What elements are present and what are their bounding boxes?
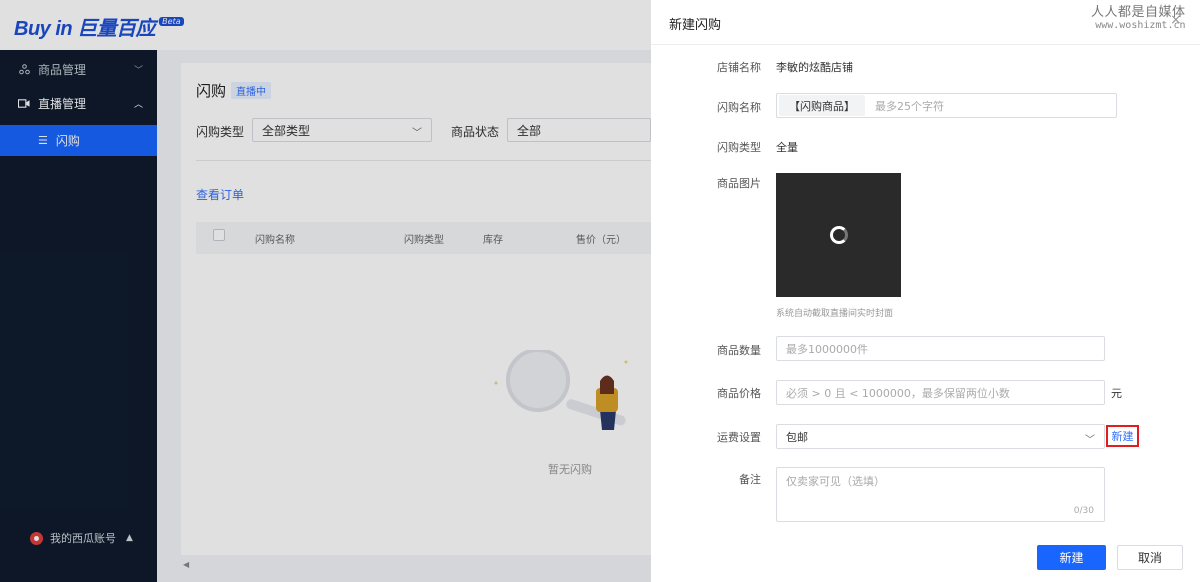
modal-overlay[interactable] [0,0,651,582]
create-button[interactable]: 新建 [1037,545,1106,570]
shipping-value: 包邮 [786,430,808,444]
quantity-input[interactable]: 最多1000000件 [776,336,1105,361]
create-flash-sale-drawer: 新建闪购 × 人人都是自媒体 www.woshizmt.cn 店铺名称 李敏的炫… [651,0,1200,582]
shipping-select[interactable]: 包邮 ﹀ [776,424,1105,449]
flash-name-input[interactable]: 【闪购商品】 最多25个字符 [776,93,1117,118]
price-placeholder: 必须 > 0 且 < 1000000，最多保留两位小数 [786,386,1010,400]
chevron-down-icon: ﹀ [1085,435,1095,446]
price-unit: 元 [1111,387,1122,400]
new-shipping-template-link[interactable]: 新建 [1106,425,1139,447]
flash-type-value: 全量 [776,141,798,154]
loading-spinner-icon [829,226,848,244]
product-image-label: 商品图片 [717,177,761,190]
price-input[interactable]: 必须 > 0 且 < 1000000，最多保留两位小数 [776,380,1105,405]
flash-name-placeholder: 最多25个字符 [875,99,944,113]
drawer-title: 新建闪购 [669,18,722,33]
product-image-preview [776,173,901,297]
flash-type-label: 闪购类型 [717,141,761,154]
quantity-placeholder: 最多1000000件 [786,342,868,356]
flash-name-label: 闪购名称 [717,101,761,114]
note-label: 备注 [739,473,761,486]
shipping-label: 运费设置 [717,431,761,444]
shop-name-value: 李敏的炫酷店铺 [776,61,853,74]
watermark-line-2: www.woshizmt.cn [1095,20,1186,32]
product-image-hint: 系统自动截取直播间实时封面 [776,309,894,319]
note-textarea[interactable]: 仅卖家可见（选填） 0/30 [776,467,1105,522]
price-label: 商品价格 [717,387,761,400]
watermark-line-1: 人人都是自媒体 [1091,5,1186,20]
cancel-button[interactable]: 取消 [1117,545,1183,570]
flash-name-prefix: 【闪购商品】 [779,95,865,116]
note-placeholder: 仅卖家可见（选填） [786,475,885,488]
shop-name-label: 店铺名称 [717,61,761,74]
drawer-header: 新建闪购 × 人人都是自媒体 www.woshizmt.cn [651,0,1200,45]
quantity-label: 商品数量 [717,344,761,357]
watermark: 人人都是自媒体 www.woshizmt.cn [1091,5,1186,32]
note-char-counter: 0/30 [1073,506,1094,516]
